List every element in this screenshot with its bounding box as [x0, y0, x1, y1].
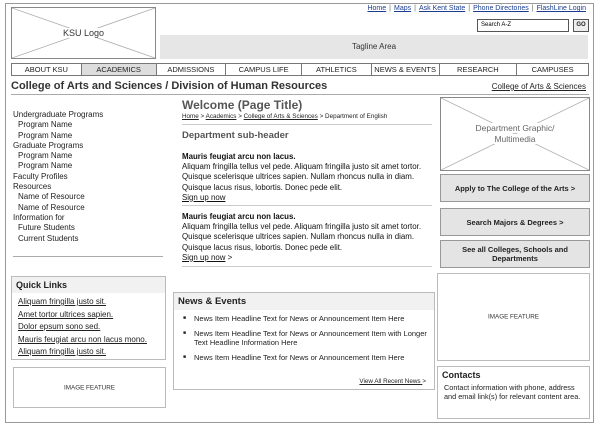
left-nav: Undergraduate Programs Program Name Prog…	[13, 110, 103, 244]
quick-links-title: Quick Links	[12, 277, 165, 293]
arrow: >	[422, 378, 426, 385]
tagline-area: Tagline Area	[160, 35, 588, 59]
sidebar-item-graduate-programs[interactable]: Graduate Programs	[13, 141, 103, 151]
sidebar-item-undergraduate-programs[interactable]: Undergraduate Programs	[13, 110, 103, 120]
view-all-news-link[interactable]: View All Recent News >	[359, 378, 426, 385]
quick-link[interactable]: Aliquam fringilla justo sit.	[18, 346, 159, 359]
breadcrumb-home[interactable]: Home	[182, 113, 199, 120]
contacts-title: Contacts	[438, 367, 589, 383]
department-subheader: Department sub-header	[182, 130, 289, 141]
article-heading: Mauris feugiat arcu non lacus.	[182, 212, 296, 221]
department-graphic[interactable]: Department Graphic/ Multimedia	[440, 97, 590, 171]
news-item[interactable]: News Item Headline Text for News or Anno…	[180, 314, 428, 323]
logo-label: KSU Logo	[60, 28, 107, 38]
sidebar-item-program-name[interactable]: Program Name	[13, 151, 103, 161]
news-events-box: News & Events News Item Headline Text fo…	[173, 292, 435, 390]
breadcrumb-current: Department of English	[325, 113, 388, 120]
utility-link-phone-directories[interactable]: Phone Directories	[473, 5, 529, 12]
sidebar-item-future-students[interactable]: Future Students	[13, 223, 103, 233]
sidebar-item-program-name[interactable]: Program Name	[13, 131, 103, 141]
news-item[interactable]: News Item Headline Text for News or Anno…	[180, 353, 428, 362]
nav-item-admissions[interactable]: ADMISSIONS	[157, 64, 227, 75]
divider	[182, 124, 432, 125]
article: Mauris feugiat arcu non lacus. Aliquam f…	[182, 212, 432, 263]
divider	[182, 205, 432, 206]
divider	[11, 94, 589, 95]
contacts-text: Contact information with phone, address …	[444, 383, 581, 401]
breadcrumb-college[interactable]: College of Arts & Sciences	[244, 113, 318, 120]
see-all-colleges-button[interactable]: See all Colleges, Schools and Department…	[440, 240, 590, 268]
arrow: >	[227, 252, 233, 262]
utility-link-flashline-login[interactable]: FlashLine Login	[537, 5, 586, 12]
article-heading: Mauris feugiat arcu non lacus.	[182, 152, 296, 161]
quick-links-box: Quick Links Aliquam fringilla justo sit.…	[11, 276, 166, 360]
main-nav: ABOUT KSU ACADEMICS ADMISSIONS CAMPUS LI…	[11, 63, 589, 76]
sidebar-item-information-for[interactable]: Information for	[13, 213, 103, 223]
quick-link[interactable]: Dolor epsum sono sed.	[18, 321, 159, 334]
article: Mauris feugiat arcu non lacus. Aliquam f…	[182, 152, 432, 203]
nav-item-athletics[interactable]: ATHLETICS	[302, 64, 372, 75]
left-image-feature[interactable]: IMAGE FEATURE	[13, 367, 166, 408]
utility-link-ask-kent-state[interactable]: Ask Kent State	[419, 5, 465, 12]
sidebar-item-name-of-resource[interactable]: Name of Resource	[13, 203, 103, 213]
nav-item-campuses[interactable]: CAMPUSES	[517, 64, 588, 75]
sign-up-link[interactable]: Sign up now	[182, 253, 225, 262]
article-body: Aliquam fringilla tellus vel pede. Aliqu…	[182, 222, 422, 252]
breadcrumb-academics[interactable]: Academics	[206, 113, 237, 120]
sidebar-item-faculty-profiles[interactable]: Faculty Profiles	[13, 172, 103, 182]
divider	[13, 256, 163, 257]
apply-button[interactable]: Apply to The College of the Arts >	[440, 174, 590, 202]
breadcrumb: Home > Academics > College of Arts & Sci…	[182, 113, 387, 120]
quick-link[interactable]: Aliquam fringilla justo sit.	[18, 296, 159, 309]
page-title: Welcome (Page Title)	[182, 98, 303, 112]
college-title: College of Arts and Sciences / Division …	[11, 80, 328, 92]
sidebar-item-name-of-resource[interactable]: Name of Resource	[13, 192, 103, 202]
college-link[interactable]: College of Arts & Sciences	[492, 82, 586, 91]
go-button[interactable]: GO	[573, 19, 589, 32]
view-all-news-label: View All Recent News	[359, 378, 421, 385]
breadcrumb-separator: >	[200, 113, 205, 120]
right-image-feature-label: IMAGE FEATURE	[488, 313, 539, 321]
sidebar-item-program-name[interactable]: Program Name	[13, 161, 103, 171]
contacts-box: Contacts Contact information with phone,…	[437, 366, 590, 419]
nav-item-news-events[interactable]: NEWS & EVENTS	[372, 64, 440, 75]
nav-item-academics[interactable]: ACADEMICS	[81, 64, 157, 75]
nav-item-research[interactable]: RESEARCH	[440, 64, 518, 75]
department-graphic-label: Department Graphic/ Multimedia	[475, 123, 555, 144]
sidebar-item-program-name[interactable]: Program Name	[13, 120, 103, 130]
news-item[interactable]: News Item Headline Text for News or Anno…	[180, 329, 428, 347]
utility-link-home[interactable]: Home	[367, 5, 386, 12]
utility-links: Home | Maps | Ask Kent State | Phone Directori…	[367, 5, 586, 12]
right-image-feature[interactable]: IMAGE FEATURE	[437, 273, 590, 361]
search-majors-button[interactable]: Search Majors & Degrees >	[440, 208, 590, 236]
search-input[interactable]: Search A-Z	[477, 19, 569, 32]
nav-item-about-ksu[interactable]: ABOUT KSU	[12, 64, 82, 75]
sign-up-link[interactable]: Sign up now	[182, 193, 225, 202]
article-body: Aliquam fringilla tellus vel pede. Aliqu…	[182, 162, 422, 192]
news-events-title: News & Events	[174, 293, 434, 310]
sidebar-item-resources[interactable]: Resources	[13, 182, 103, 192]
breadcrumb-separator: >	[238, 113, 242, 120]
sidebar-item-current-students[interactable]: Current Students	[13, 234, 103, 244]
divider	[182, 266, 432, 267]
nav-item-campus-life[interactable]: CAMPUS LIFE	[226, 64, 302, 75]
ksu-logo[interactable]: KSU Logo	[11, 7, 156, 59]
quick-link[interactable]: Amet tortor ultrices sapien.	[18, 309, 159, 322]
breadcrumb-separator: >	[319, 113, 324, 120]
utility-link-maps[interactable]: Maps	[394, 5, 411, 12]
quick-link[interactable]: Mauris feugiat arcu non lacus mono.	[18, 334, 159, 347]
left-image-feature-label: IMAGE FEATURE	[64, 384, 115, 391]
